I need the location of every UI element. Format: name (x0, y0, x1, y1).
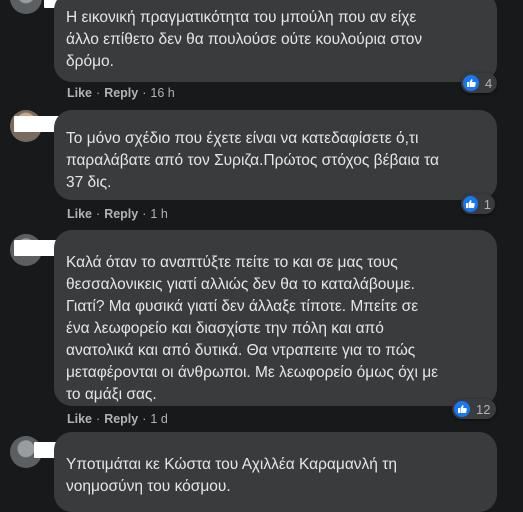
like-link[interactable]: Like (67, 412, 92, 426)
comment-timestamp[interactable]: 1 h (150, 207, 167, 221)
reaction-number: 12 (476, 401, 491, 417)
reply-link[interactable]: Reply (104, 412, 138, 426)
comment-text-line: Υποτιμάται κε Κώστα του Αχιλλέα Καραμανλ… (66, 456, 397, 473)
comment-text-line: Το μόνο σχέδιο που έχετε είναι να κατεδα… (66, 130, 419, 147)
comment-text-line: 37 δις. (66, 174, 112, 191)
avatar[interactable] (10, 0, 42, 14)
comment-bubble: Η εικονική πραγματικότητα του μπούλη που… (54, 0, 497, 82)
comment-text-line: Η εικονική πραγματικότητα του μπούλη που… (66, 9, 417, 26)
comment-text-line: ένα λεωφορείο και διασχίστε την πόλη και… (66, 320, 384, 337)
comment-text-line: παραλάβατε από τον Συριζα.Πρώτος στόχος … (66, 152, 439, 169)
comment-actions: Like · Reply · 1 h (67, 207, 168, 221)
like-reaction-icon (463, 196, 478, 212)
reaction-number: 4 (485, 75, 493, 91)
like-reaction-icon (454, 401, 470, 417)
comment-text-line: δρόμο. (66, 53, 114, 70)
comment-actions: Like · Reply · 16 h (67, 86, 175, 100)
reply-link[interactable]: Reply (104, 207, 138, 221)
comment-bubble: Το μόνο σχέδιο που έχετε είναι να κατεδα… (54, 110, 497, 200)
comment-text-line: Καλά όταν το αναπτύξτε πείτε το και σε μ… (66, 254, 398, 271)
comment-text-line: Γιατί? Μα φυσικά γιατί δεν άλλαξε τίποτε… (66, 298, 419, 315)
comment-text-line: θεσσαλονικεις γιατί αλλιώς δεν θα το κατ… (66, 276, 415, 293)
like-reaction-icon (463, 75, 479, 91)
comment-bubble: Υποτιμάται κε Κώστα του Αχιλλέα Καραμανλ… (54, 432, 497, 512)
like-link[interactable]: Like (67, 86, 92, 100)
reaction-number: 1 (483, 196, 491, 212)
comment-timestamp[interactable]: 16 h (150, 86, 174, 100)
comment-actions: Like · Reply · 1 d (67, 412, 168, 426)
comment-bubble: Καλά όταν το αναπτύξτε πείτε το και σε μ… (54, 230, 497, 406)
comment-text-line: άλλο επίθετο δεν θα πουλούσε ούτε κουλού… (66, 31, 423, 48)
reaction-count[interactable]: 12 (452, 399, 496, 419)
comment-text-line: ανατολικά και από δυτικά. Θα ντραπειτε γ… (66, 342, 416, 359)
comment-text-line: νοημοσύνη του κόσμου. (66, 478, 231, 495)
comment-text-line: μεταφέρονται οι άνθρωποι. Με λεωφορείο ό… (66, 364, 439, 381)
comment-timestamp[interactable]: 1 d (150, 412, 167, 426)
comment-text-line: το αμάξι σας. (66, 386, 157, 403)
reaction-count[interactable]: 4 (461, 73, 497, 93)
reply-link[interactable]: Reply (104, 86, 138, 100)
like-link[interactable]: Like (67, 207, 92, 221)
reaction-count[interactable]: 1 (461, 194, 495, 214)
